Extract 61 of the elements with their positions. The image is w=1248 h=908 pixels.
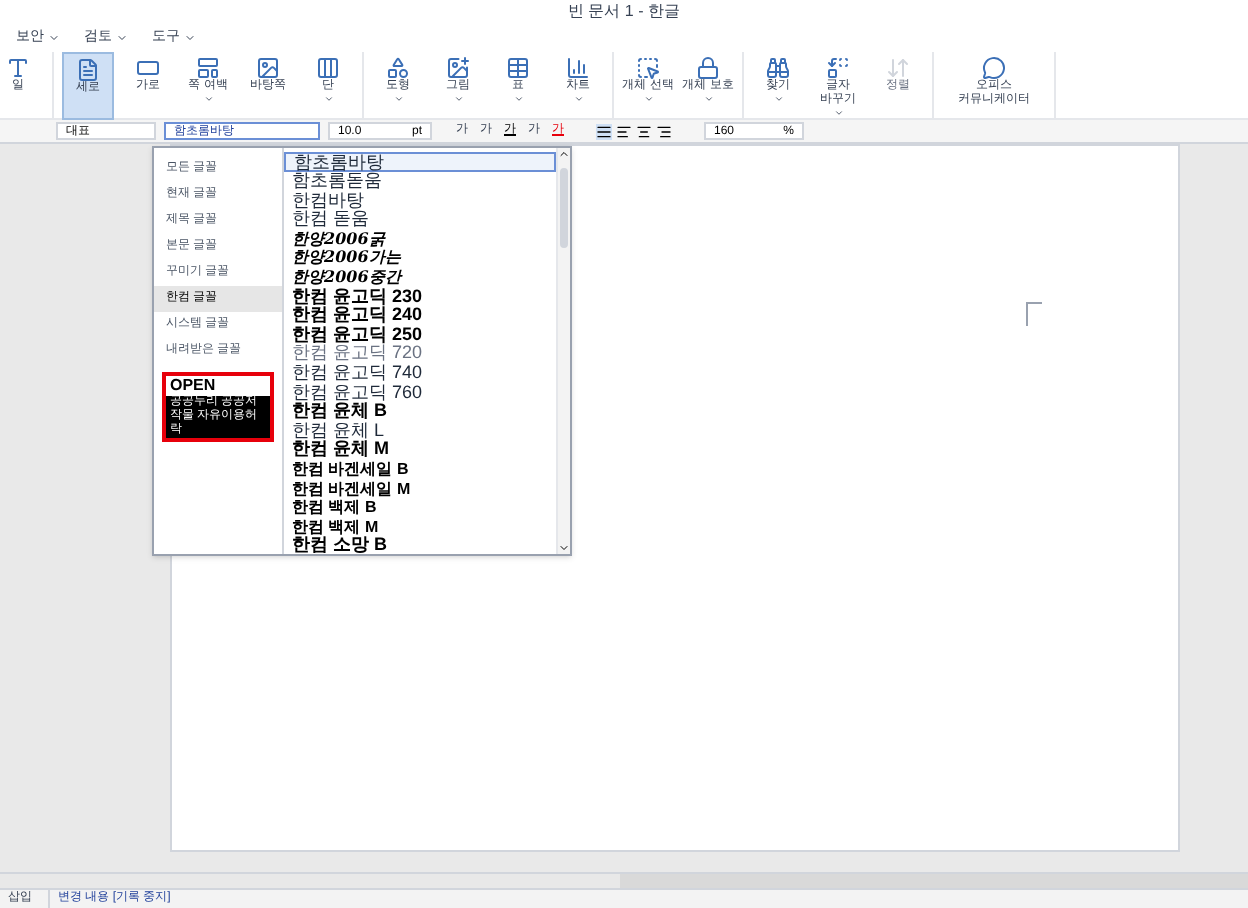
font-option[interactable]: 한컴 윤고딕 230: [284, 287, 556, 307]
font-option[interactable]: 한컴 윤체 B: [284, 402, 556, 422]
caret-icon: [643, 94, 653, 104]
font-option[interactable]: 한컴 백제 M: [284, 517, 556, 537]
caret-icon: [453, 94, 463, 104]
caret-icon: [203, 94, 213, 104]
landscape-page-icon: [136, 56, 160, 80]
paragraph-corner-mark: [1026, 302, 1042, 326]
font-option[interactable]: 한컴 바겐세일 M: [284, 479, 556, 499]
portrait-page-icon: [76, 58, 100, 82]
font-option[interactable]: 한컴바탕: [284, 191, 556, 211]
caret-icon: [833, 108, 843, 118]
letters-icon: [6, 56, 30, 80]
selection-icon: [636, 56, 660, 80]
page-background-icon: [256, 56, 280, 80]
picture-icon: [446, 56, 470, 80]
caret-icon: [184, 32, 196, 44]
align-center-icon[interactable]: [636, 123, 652, 139]
font-option[interactable]: 한컴 윤체 L: [284, 421, 556, 441]
scroll-down-icon[interactable]: [558, 542, 570, 554]
lock-icon: [696, 56, 720, 80]
columns-icon: [316, 56, 340, 80]
align-left-icon[interactable]: [616, 123, 632, 139]
font-option[interactable]: 한컴 백제 B: [284, 498, 556, 518]
font-option[interactable]: 한컴 바겐세일 B: [284, 459, 556, 479]
replace-icon: [826, 56, 850, 80]
font-option[interactable]: 함초롬바탕: [284, 152, 556, 172]
table-icon: [506, 56, 530, 80]
caret-icon: [48, 32, 60, 44]
margin-icon: [196, 56, 220, 80]
caret-icon: [323, 94, 333, 104]
caret-icon: [116, 32, 128, 44]
scroll-thumb[interactable]: [560, 168, 568, 248]
caret-icon: [393, 94, 403, 104]
font-option[interactable]: 한컴 윤고딕 240: [284, 306, 556, 326]
font-option[interactable]: 한양2006가는: [284, 248, 556, 268]
align-justify-icon[interactable]: [596, 123, 612, 139]
font-option[interactable]: 한컴 윤고딕 760: [284, 383, 556, 403]
horizontal-scrollbar[interactable]: [0, 872, 1248, 888]
font-option[interactable]: 한컴 윤고딕 740: [284, 363, 556, 384]
caret-icon: [573, 94, 583, 104]
sort-icon: [886, 56, 910, 80]
font-option[interactable]: 한컴 윤고딕 720: [284, 344, 556, 364]
font-option[interactable]: 한컴 윤체 M: [284, 440, 556, 460]
caret-icon: [703, 94, 713, 104]
font-option[interactable]: 함초롬돋움: [284, 172, 556, 192]
caret-icon: [773, 94, 783, 104]
font-option[interactable]: 한컴 윤고딕 250: [284, 325, 556, 345]
binoculars-icon: [766, 56, 790, 80]
scroll-up-icon[interactable]: [558, 148, 570, 160]
font-option[interactable]: 한컴 돋움: [284, 210, 556, 230]
window-title: 빈 문서 1 - 한글: [567, 0, 680, 24]
caret-icon: [513, 94, 523, 104]
font-option[interactable]: 한양2006굵: [284, 229, 556, 249]
chat-bubble-icon: [982, 56, 1006, 80]
font-option[interactable]: 한양2006중간: [284, 267, 556, 288]
shapes-icon: [386, 56, 410, 80]
bar-chart-icon: [566, 56, 590, 80]
font-option[interactable]: 한컴 소망 B: [284, 536, 556, 556]
scrollbar[interactable]: [556, 148, 570, 554]
align-right-icon[interactable]: [656, 123, 672, 139]
